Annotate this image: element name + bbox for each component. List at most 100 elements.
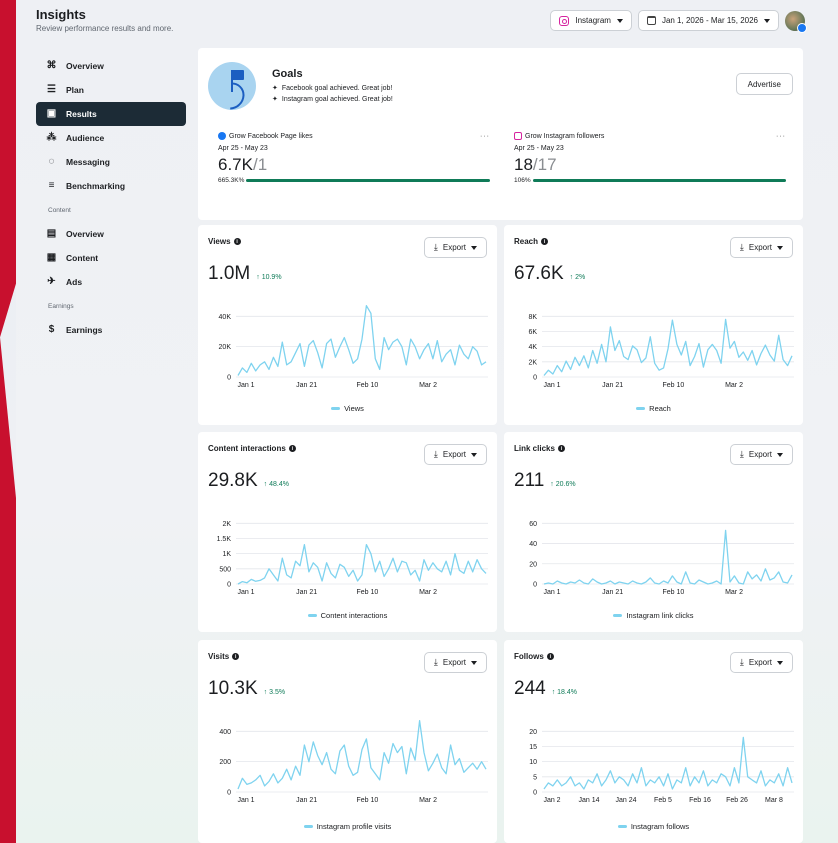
sidebar-item-label: Earnings <box>66 325 103 335</box>
chevron-down-icon <box>616 18 623 23</box>
more-options-icon[interactable]: ··· <box>776 133 786 140</box>
legend-label: Instagram profile visits <box>316 822 392 831</box>
y-tick-label: 2K <box>222 521 231 528</box>
chevron-down-icon <box>777 245 783 250</box>
export-button[interactable]: ⤓ Export <box>423 652 487 673</box>
y-tick-label: 0 <box>227 582 231 589</box>
sidebar-section-content: Content <box>48 206 71 214</box>
legend-label: Reach <box>649 404 671 413</box>
sidebar-item-results[interactable]: ▣ Results <box>36 102 186 126</box>
visits-title: Visits i <box>208 652 240 661</box>
x-tick-label: Jan 2 <box>543 797 560 804</box>
x-tick-label: Feb 5 <box>654 797 672 804</box>
y-tick-label: 0 <box>533 582 537 589</box>
chevron-down-icon <box>471 452 477 457</box>
x-tick-label: Jan 14 <box>578 797 599 804</box>
x-tick-label: Feb 10 <box>356 797 378 804</box>
sidebar-item-ads[interactable]: ✈ Ads <box>36 270 186 294</box>
instagram-goal-range: Apr 25 - May 23 <box>514 145 564 152</box>
chevron-down-icon <box>471 245 477 250</box>
y-tick-label: 10 <box>529 759 537 766</box>
legend-swatch <box>617 825 627 828</box>
export-button[interactable]: ⤓ Export <box>729 444 793 465</box>
info-icon[interactable]: i <box>557 445 565 452</box>
date-range-dropdown[interactable]: Jan 1, 2026 - Mar 15, 2026 <box>637 10 779 31</box>
sidebar-item-label: Plan <box>66 85 84 95</box>
y-tick-label: 5 <box>533 774 537 781</box>
sidebar-item-plan[interactable]: ☰ Plan <box>36 78 186 102</box>
platform-dropdown[interactable]: Instagram <box>550 10 632 31</box>
change-indicator: ↑ 10.9% <box>256 274 282 281</box>
instagram-goal-value: 18/17 <box>514 155 557 174</box>
sidebar-item-earnings[interactable]: $ Earnings <box>36 318 186 342</box>
x-tick-label: Mar 2 <box>419 382 437 389</box>
info-icon[interactable]: i <box>233 238 241 245</box>
facebook-goal-value: 6.7K/1 <box>218 155 268 174</box>
x-tick-label: Feb 10 <box>662 382 684 389</box>
y-tick-label: 6K <box>528 329 537 336</box>
export-button[interactable]: ⤓ Export <box>423 444 487 465</box>
goals-title: Goals <box>272 68 303 80</box>
y-tick-label: 0 <box>533 790 537 797</box>
sidebar-section-earnings: Earnings <box>48 302 74 310</box>
instagram-goal: Grow Instagram followers ··· Apr 25 - Ma… <box>514 132 786 184</box>
follows-title: Follows i <box>514 652 554 661</box>
info-icon[interactable]: i <box>541 238 549 245</box>
sidebar-item-messaging[interactable]: ◌ Messaging <box>36 150 186 174</box>
chart-icon: ▣ <box>46 108 57 119</box>
dollar-icon: $ <box>48 324 55 335</box>
export-button[interactable]: ⤓ Export <box>423 237 487 258</box>
y-tick-label: 200 <box>219 759 231 766</box>
interactions-value: 29.8K ↑ 48.4% <box>208 470 289 491</box>
x-tick-label: Mar 2 <box>419 589 437 596</box>
goal-message-facebook: ✦ Facebook goal achieved. Great job! <box>272 84 393 93</box>
facebook-goal-label: Grow Facebook Page likes <box>229 132 313 140</box>
avatar[interactable] <box>785 10 807 33</box>
facebook-goal-range: Apr 25 - May 23 <box>218 145 268 152</box>
interactions-card: Content interactions i ⤓ Export 29.8K ↑ … <box>198 432 497 632</box>
goals-illustration <box>208 62 256 110</box>
info-icon[interactable]: i <box>232 653 240 660</box>
info-icon[interactable]: i <box>288 445 296 452</box>
sidebar-item-label: Overview <box>66 229 104 239</box>
y-tick-label: 4K <box>528 344 537 351</box>
reach-title: Reach i <box>514 237 549 246</box>
sidebar-item-overview[interactable]: ⌘ Overview <box>36 54 186 78</box>
date-range-label: Jan 1, 2026 - Mar 15, 2026 <box>661 16 758 25</box>
people-icon: ⁂ <box>46 132 57 143</box>
sidebar-item-audience[interactable]: ⁂ Audience <box>36 126 186 150</box>
download-icon: ⤓ <box>739 657 744 667</box>
grid-icon: ▦ <box>46 252 57 263</box>
export-button[interactable]: ⤓ Export <box>729 652 793 673</box>
list-icon: ☰ <box>47 84 56 95</box>
download-icon: ⤓ <box>433 242 438 252</box>
change-indicator: ↑ 2% <box>569 274 586 281</box>
visits-chart: 0 200 400 Jan 1 Jan 21 Feb 10 Mar 2 <box>219 720 488 804</box>
advertise-button[interactable]: Advertise <box>735 73 793 95</box>
x-tick-label: Jan 21 <box>296 382 317 389</box>
visits-value: 10.3K ↑ 3.5% <box>208 678 286 699</box>
y-tick-label: 40K <box>219 314 232 321</box>
download-icon: ⤓ <box>433 657 438 667</box>
sidebar-item-label: Overview <box>66 61 104 71</box>
chart-legend: Reach <box>504 404 803 413</box>
sparkle-icon: ✦ <box>272 85 278 92</box>
sidebar-item-benchmarking[interactable]: ≡ Benchmarking <box>36 174 186 198</box>
links-chart: 0 20 40 60 Jan 1 Jan 21 Feb 10 Mar 2 <box>529 521 794 596</box>
info-icon[interactable]: i <box>546 653 554 660</box>
x-tick-label: Jan 24 <box>615 797 636 804</box>
sidebar-item-overview[interactable]: ▤ Overview <box>36 222 186 246</box>
sidebar-item-label: Content <box>66 253 99 263</box>
follows-card: Follows i ⤓ Export 244 ↑ 18.4% Instagram… <box>504 640 803 843</box>
x-tick-label: Jan 21 <box>602 382 623 389</box>
sparkle-icon: ✦ <box>272 96 278 103</box>
goal-message-instagram: ✦ Instagram goal achieved. Great job! <box>272 95 393 104</box>
x-tick-label: Feb 10 <box>662 589 684 596</box>
sidebar-item-content[interactable]: ▦ Content <box>36 246 186 270</box>
x-tick-label: Jan 1 <box>237 589 254 596</box>
change-indicator: ↑ 48.4% <box>263 481 289 488</box>
export-button[interactable]: ⤓ Export <box>729 237 793 258</box>
more-options-icon[interactable]: ··· <box>480 133 490 140</box>
facebook-goal: Grow Facebook Page likes ··· Apr 25 - Ma… <box>218 132 490 184</box>
benchmark-icon: ≡ <box>48 180 55 191</box>
